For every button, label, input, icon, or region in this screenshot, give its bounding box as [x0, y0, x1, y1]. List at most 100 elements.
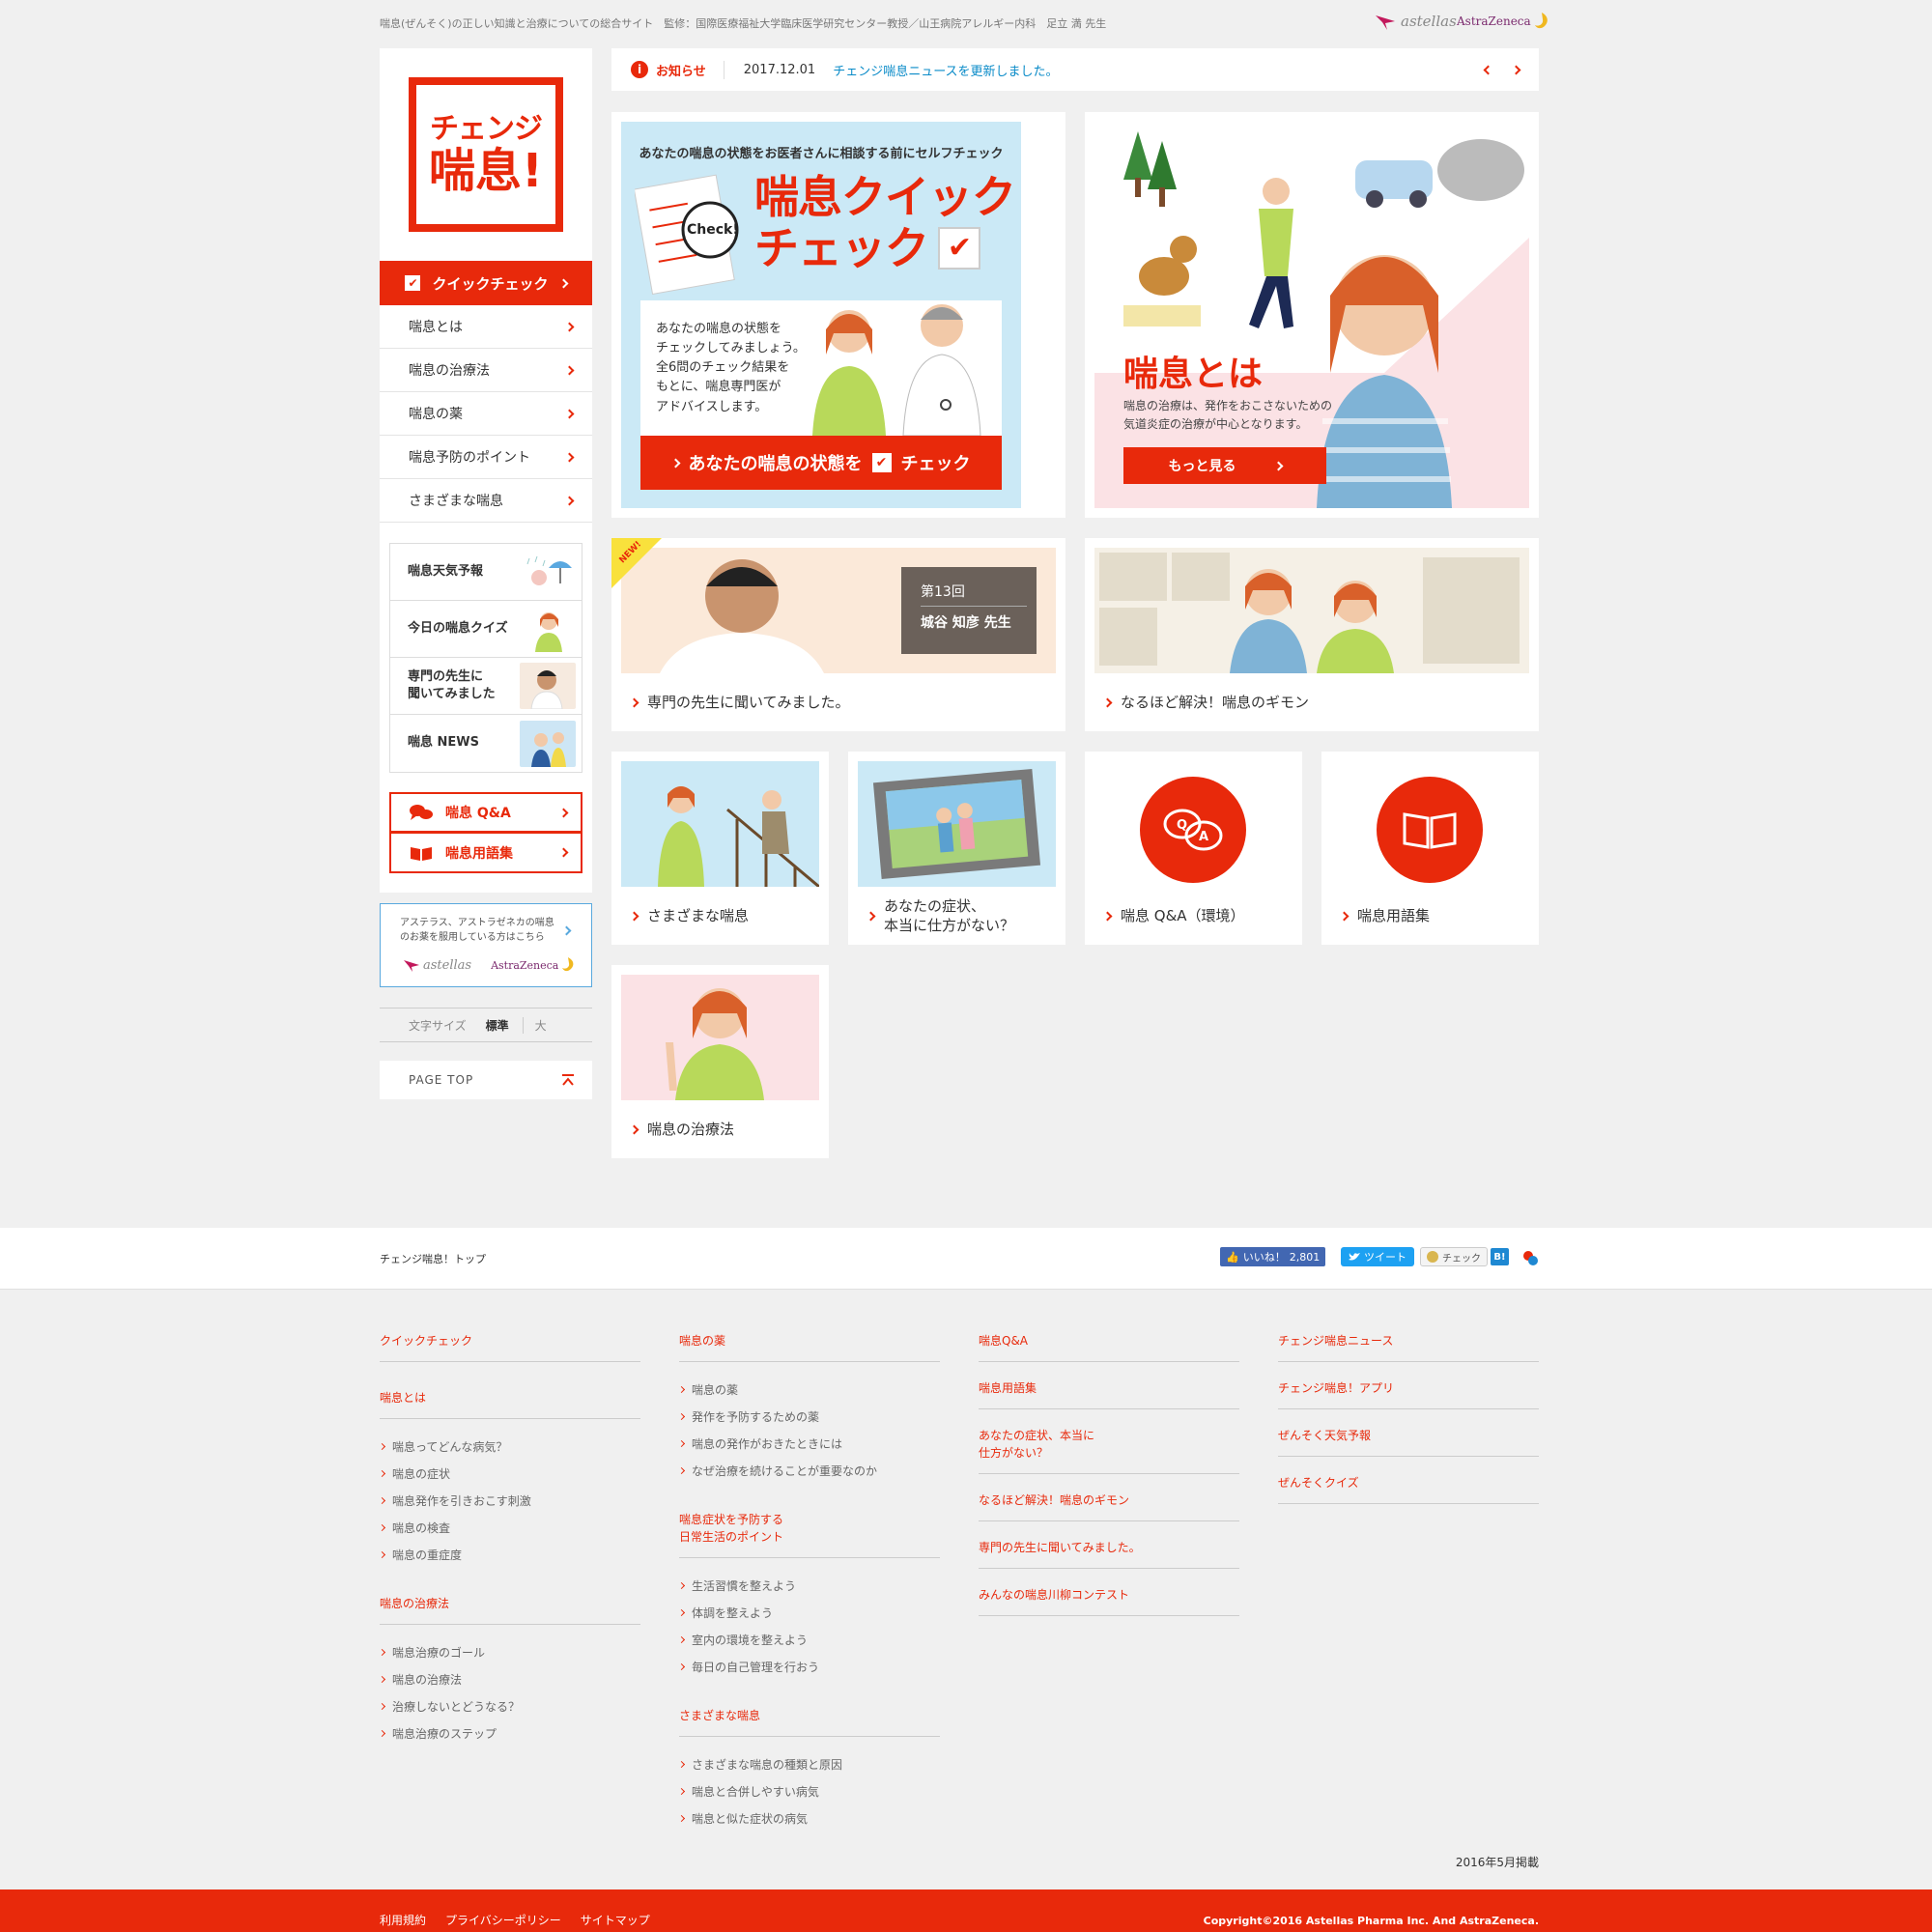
footer-heading[interactable]: 喘息用語集	[979, 1376, 1239, 1409]
sidebar-qa-button[interactable]: 喘息 Q&A	[389, 792, 582, 833]
footer-link[interactable]: 喘息と似た症状の病気	[677, 1804, 940, 1832]
footer-link[interactable]: 喘息発作を引きおこす刺激	[378, 1487, 640, 1514]
sidebar-item-about[interactable]: 喘息とは	[380, 305, 592, 349]
footer-heading[interactable]: ぜんそくクイズ	[1278, 1470, 1539, 1504]
sidebar-item-label: 喘息の薬	[409, 407, 463, 422]
footer-link[interactable]: 喘息治療のゴール	[378, 1638, 640, 1665]
treatment-card[interactable]: 喘息の治療法	[611, 965, 829, 1158]
footer-heading[interactable]: チェンジ喘息！アプリ	[1278, 1376, 1539, 1409]
sidebar-item-treatment[interactable]: 喘息の治療法	[380, 349, 592, 392]
mixi-icon	[1427, 1251, 1438, 1263]
astellas-logo[interactable]: astellas	[1374, 12, 1457, 31]
font-standard-button[interactable]: 標準	[486, 1016, 524, 1034]
footer-link[interactable]: 喘息の重症度	[378, 1541, 640, 1568]
quick-check-banner[interactable]: あなたの喘息の状態をお医者さんに相談する前にセルフチェック Check! 喘息ク…	[621, 122, 1021, 508]
glossary-card[interactable]: 喘息用語集	[1321, 752, 1539, 945]
font-size-switcher: 文字サイズ 標準 大	[380, 1008, 592, 1042]
footer-link[interactable]: 喘息治療のステップ	[378, 1719, 640, 1747]
page-top-button[interactable]: PAGE TOP	[380, 1061, 592, 1099]
footer-heading[interactable]: チェンジ喘息ニュース	[1278, 1328, 1539, 1362]
sitemap-link[interactable]: サイトマップ	[581, 1912, 650, 1928]
expert-interview-card[interactable]: NEW! 第13回 城谷 知彦 先生 専門の先生に聞いてみました。	[611, 538, 1065, 731]
symptom-card[interactable]: あなたの症状、 本当に仕方がない？	[848, 752, 1065, 945]
footer-heading[interactable]: 喘息とは	[380, 1385, 640, 1419]
footer-link[interactable]: さまざまな喘息の種類と原因	[677, 1750, 940, 1777]
footer-link[interactable]: 毎日の自己管理を行おう	[677, 1653, 940, 1680]
footer-link[interactable]: 喘息の治療法	[378, 1665, 640, 1692]
footer-heading[interactable]: 喘息症状を予防する 日常生活のポイント	[679, 1507, 940, 1558]
footer-heading[interactable]: なるほど解決！喘息のギモン	[979, 1488, 1239, 1521]
chevron-right-icon	[378, 1675, 386, 1683]
partner-medicine-link[interactable]: アステラス、アストラゼネカの喘息 のお薬を服用している方はこちら astella…	[380, 903, 592, 987]
terms-link[interactable]: 利用規約	[380, 1912, 426, 1928]
see-more-button[interactable]: もっと見る	[1123, 447, 1326, 484]
footer-link[interactable]: 喘息の薬	[677, 1376, 940, 1403]
sidebar-item-medicine[interactable]: 喘息の薬	[380, 392, 592, 436]
tweet-button[interactable]: ツイート	[1341, 1247, 1414, 1266]
news-next-icon[interactable]	[1511, 65, 1521, 74]
footer-heading[interactable]: あなたの症状、本当に 仕方がない？	[979, 1423, 1239, 1474]
footer-link[interactable]: 喘息と合併しやすい病気	[677, 1777, 940, 1804]
footer-link[interactable]: 室内の環境を整えよう	[677, 1626, 940, 1653]
astellas-star-icon	[404, 960, 419, 972]
footer-heading[interactable]: クイックチェック	[380, 1328, 640, 1362]
footer-link[interactable]: 喘息の症状	[378, 1460, 640, 1487]
footer-link[interactable]: 喘息の検査	[378, 1514, 640, 1541]
sidebar-item-expert[interactable]: 専門の先生に 聞いてみました	[390, 658, 582, 715]
twitter-bird-icon	[1349, 1253, 1360, 1261]
svg-text:A: A	[1199, 830, 1208, 844]
various-asthma-card[interactable]: さまざまな喘息	[611, 752, 829, 945]
chevron-right-icon	[564, 409, 575, 418]
qa-environment-card[interactable]: Q A 喘息 Q&A（環境）	[1085, 752, 1302, 945]
font-large-button[interactable]: 大	[535, 1017, 547, 1034]
footer-heading[interactable]: ぜんそく天気予報	[1278, 1423, 1539, 1457]
astrazeneca-logo[interactable]: AstraZeneca	[1457, 12, 1550, 31]
mixi-check-button[interactable]: チェック	[1420, 1247, 1488, 1266]
about-asthma-banner[interactable]: 喘息とは 喘息の治療は、発作をおこさないための 気道炎症の治療が中心となります。…	[1094, 122, 1529, 508]
facebook-like-button[interactable]: 👍 いいね！ 2,801	[1220, 1247, 1326, 1266]
nav-quick-check[interactable]: ✔ クイックチェック	[380, 261, 592, 305]
about-asthma-title: 喘息とは	[1123, 355, 1264, 394]
sidebar-glossary-label: 喘息用語集	[445, 845, 513, 862]
sidebar-item-various[interactable]: さまざまな喘息	[380, 479, 592, 523]
site-logo[interactable]: チェンジ 喘息!	[409, 77, 563, 232]
footer-link[interactable]: 生活習慣を整えよう	[677, 1572, 940, 1599]
footer-heading[interactable]: 喘息の薬	[679, 1328, 940, 1362]
footer-link-label: 喘息と似た症状の病気	[692, 1811, 809, 1826]
sidebar-item-quiz[interactable]: 今日の喘息クイズ	[390, 601, 582, 658]
footer-link-label: 喘息の薬	[692, 1382, 739, 1397]
sidebar-item-prevention[interactable]: 喘息予防のポイント	[380, 436, 592, 479]
chevron-right-icon	[564, 452, 575, 462]
sidebar-item-news[interactable]: 喘息 NEWS	[390, 715, 582, 772]
footer-link[interactable]: 治療しないとどうなる？	[378, 1692, 640, 1719]
sidebar-item-label: 喘息天気予報	[408, 563, 484, 579]
footer-link[interactable]: 喘息の発作がおきたときには	[677, 1430, 940, 1457]
faq-card[interactable]: なるほど解決！喘息のギモン	[1085, 538, 1539, 731]
news-prev-icon[interactable]	[1483, 65, 1493, 74]
news-link[interactable]: チェンジ喘息ニュースを更新しました。	[833, 61, 1058, 79]
site-tagline: 喘息(ぜんそく)の正しい知識と治療についての総合サイト 監修：国際医療福祉大学臨…	[380, 17, 1107, 30]
footer-link[interactable]: なぜ治療を続けることが重要なのか	[677, 1457, 940, 1484]
chevron-right-icon	[677, 1466, 686, 1474]
footer-link-label: 喘息の発作がおきたときには	[692, 1436, 843, 1451]
breadcrumb-top-link[interactable]: チェンジ喘息！トップ	[380, 1251, 486, 1266]
footer-link[interactable]: 体調を整えよう	[677, 1599, 940, 1626]
footer-heading[interactable]: 喘息の治療法	[380, 1591, 640, 1625]
chevron-right-icon	[677, 1385, 686, 1393]
footer-link[interactable]: 発作を予防するための薬	[677, 1403, 940, 1430]
like-count: 2,801	[1289, 1250, 1321, 1264]
google-bookmark-icon[interactable]	[1521, 1249, 1539, 1266]
footer-heading[interactable]: さまざまな喘息	[679, 1703, 940, 1737]
sidebar-glossary-button[interactable]: 喘息用語集	[389, 833, 582, 873]
footer-heading[interactable]: みんなの喘息川柳コンテスト	[979, 1582, 1239, 1616]
quick-check-desc-box: あなたの喘息の状態を チェックしてみましょう。 全6問のチェック結果を もとに、…	[640, 300, 1002, 436]
hatena-bookmark-button[interactable]: B!	[1491, 1248, 1509, 1265]
sidebar-item-weather[interactable]: 喘息天気予報	[390, 544, 582, 601]
chevron-right-icon	[677, 1814, 686, 1822]
privacy-link[interactable]: プライバシーポリシー	[445, 1912, 561, 1928]
footer-link[interactable]: 喘息ってどんな病気？	[378, 1433, 640, 1460]
start-check-button[interactable]: あなたの喘息の状態を ✔ チェック	[640, 436, 1002, 490]
footer-heading[interactable]: 喘息Q&A	[979, 1328, 1239, 1362]
expert-card-label: 専門の先生に聞いてみました。	[647, 694, 850, 711]
footer-heading[interactable]: 専門の先生に聞いてみました。	[979, 1535, 1239, 1569]
